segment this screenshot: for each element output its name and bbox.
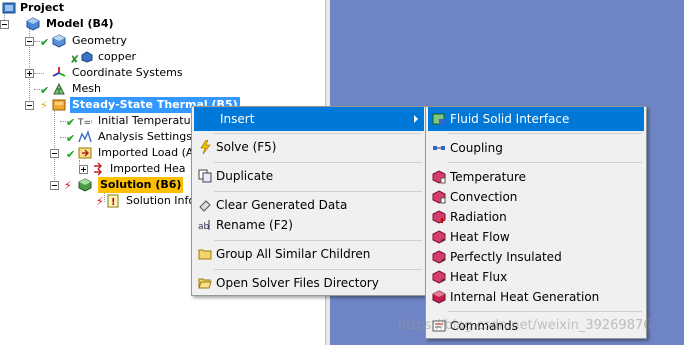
submenu-arrow-icon [414, 115, 418, 123]
menu-item-rename[interactable]: ab Rename (F2) [194, 213, 424, 237]
expand-toggle[interactable] [25, 69, 34, 78]
check-icon: ✔ [66, 116, 76, 129]
duplicate-icon [198, 169, 212, 183]
mesh-icon [53, 82, 65, 95]
fluid-solid-interface-icon [432, 113, 445, 125]
project-icon [2, 2, 16, 14]
menu-item-duplicate[interactable]: Duplicate [194, 164, 424, 188]
tree-item-label: Project [20, 1, 65, 14]
analysis-settings-icon [78, 130, 92, 143]
menu-separator [448, 311, 642, 312]
radiation-icon [432, 210, 446, 224]
menu-item-label: Duplicate [216, 169, 274, 183]
body-icon [81, 51, 93, 63]
tree-item-label: Geometry [72, 34, 127, 47]
menu-separator [214, 133, 422, 134]
folder-icon [198, 249, 212, 260]
menu-item-label: Insert [220, 112, 255, 126]
tree-item-label: Coordinate Systems [72, 66, 183, 79]
coordinate-systems-icon [52, 67, 66, 77]
check-icon: ✔ [40, 84, 50, 97]
collapse-toggle[interactable] [0, 20, 9, 29]
context-menu: Insert Solve (F5) Duplicate Clear Genera… [191, 106, 427, 296]
check-icon: ✔ [66, 148, 76, 161]
geometry-icon [52, 34, 66, 48]
menu-item-coupling[interactable]: Coupling [428, 136, 644, 160]
menu-item-label: Fluid Solid Interface [450, 112, 570, 126]
insert-submenu: Fluid Solid Interface Coupling Temperatu… [425, 106, 647, 339]
eraser-icon [199, 200, 211, 212]
solution-icon [78, 178, 92, 192]
menu-item-label: Solve (F5) [216, 140, 277, 154]
coupling-icon [433, 146, 445, 150]
tree-item-label: Mesh [72, 82, 101, 95]
menu-item-label: Open Solver Files Directory [216, 276, 379, 290]
imported-load-icon [78, 147, 92, 159]
menu-item-label: Internal Heat Generation [450, 290, 600, 304]
collapse-toggle[interactable] [25, 101, 34, 110]
menu-separator [214, 191, 422, 192]
initial-temperature-icon: T=0 [78, 118, 92, 128]
tree-item-label: Initial Temperature [98, 114, 202, 127]
svg-text:ab: ab [198, 222, 210, 232]
lightning-icon: ⚡ [64, 179, 72, 192]
menu-item-internal-heat-generation[interactable]: Internal Heat Generation [428, 285, 644, 309]
lightning-icon: ⚡ [40, 99, 48, 112]
menu-separator [448, 133, 642, 134]
menu-item-group-all-similar-children[interactable]: Group All Similar Children [194, 242, 424, 266]
tree-item-label: Model (B4) [46, 17, 114, 30]
tree-item-label: Imported Hea [110, 162, 186, 175]
model-icon [26, 17, 40, 31]
tree-item-label: Solution Infor [126, 194, 200, 207]
solve-icon [200, 140, 211, 154]
collapse-toggle[interactable] [50, 181, 59, 190]
rename-icon: ab [198, 220, 210, 232]
expand-toggle[interactable] [79, 165, 88, 174]
tree-item-label: Solution (B6) [98, 177, 184, 193]
folder-open-icon [198, 278, 212, 289]
temperature-icon [432, 170, 446, 184]
menu-item-fluid-solid-interface[interactable]: Fluid Solid Interface [428, 107, 644, 131]
heat-flux-icon [432, 270, 446, 284]
collapse-toggle[interactable] [50, 149, 59, 158]
convection-icon [432, 190, 446, 204]
menu-item-solve[interactable]: Solve (F5) [194, 135, 424, 159]
tree-item-label: Analysis Settings [98, 130, 192, 143]
perfectly-insulated-icon [432, 250, 446, 264]
internal-heat-generation-icon [432, 290, 446, 304]
tree-item-label: copper [98, 50, 137, 63]
collapse-toggle[interactable] [25, 37, 34, 46]
menu-item-label: Group All Similar Children [216, 247, 371, 261]
check-icon: ✔ [40, 36, 50, 49]
imported-heat-icon [94, 162, 102, 176]
menu-separator [214, 240, 422, 241]
menu-item-insert[interactable]: Insert [194, 107, 424, 131]
watermark: https://blog.csdn.net/weixin_39269876 [398, 318, 652, 333]
svg-text:T=0: T=0 [78, 118, 92, 128]
check-icon: ✔ [66, 132, 76, 145]
menu-item-label: Coupling [450, 141, 503, 155]
menu-separator [214, 269, 422, 270]
menu-separator [448, 162, 642, 163]
svg-text:!: ! [111, 197, 116, 208]
solution-information-icon: ! [107, 194, 119, 208]
menu-item-open-solver-files-directory[interactable]: Open Solver Files Directory [194, 271, 424, 295]
lightning-icon: ⚡ [96, 195, 104, 208]
menu-separator [214, 162, 422, 163]
heat-flow-icon [432, 230, 446, 244]
menu-item-label: Rename (F2) [216, 218, 293, 232]
thermal-analysis-icon [52, 99, 66, 111]
